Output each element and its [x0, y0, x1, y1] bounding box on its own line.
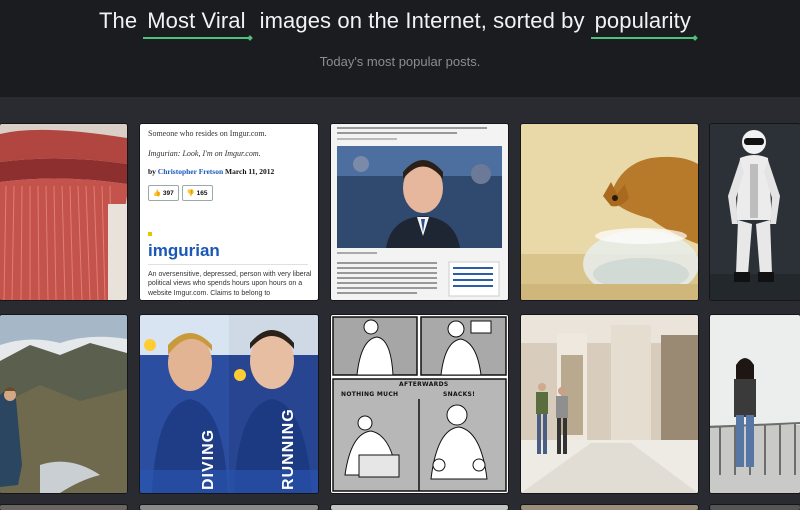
gallery-tile-sport[interactable]: DIVING RUNNING: [140, 315, 318, 493]
comic-caption-left: NOTHING MUCH: [341, 391, 399, 398]
gallery-tile-row3-5[interactable]: [710, 505, 800, 510]
gallery-tile-mountain[interactable]: [0, 315, 127, 493]
thumbs-down-icon: 👎: [186, 190, 195, 197]
highlight-most-viral: Most Viral: [143, 8, 249, 33]
meat-image: [0, 124, 127, 300]
divider: [148, 264, 308, 265]
byline: by Christopher Fretson March 11, 2012: [148, 167, 274, 176]
definition-text: An oversensitive, depressed, person with…: [148, 271, 312, 297]
tag-marker: [148, 232, 152, 236]
author-link: Christopher Fretson: [157, 167, 224, 176]
gallery-tile-row3-3[interactable]: [331, 505, 508, 510]
post-date: March 11, 2012: [225, 167, 275, 176]
gallery-tile-astronaut[interactable]: [710, 124, 800, 300]
diving-label: DIVING: [200, 428, 217, 490]
highlight-popularity: popularity: [591, 8, 695, 33]
gallery-tile-urban-dictionary[interactable]: Someone who resides on Imgur.com. Imguri…: [140, 124, 318, 300]
gallery-tile-row3-4[interactable]: [521, 505, 698, 510]
comic-caption-top: AFTERWARDS: [399, 381, 449, 388]
headline-middle: images on the Internet, sorted by: [259, 8, 585, 33]
comic-caption-right: SNACKS!: [443, 391, 476, 398]
downvote-button: 👎 165: [181, 185, 213, 201]
gallery-tile-comic[interactable]: AFTERWARDS NOTHING MUCH SNACKS!: [331, 315, 508, 493]
mountain-landscape-image: [0, 315, 127, 493]
news-article-image: [331, 124, 508, 300]
subtitle: Today's most popular posts.: [319, 54, 481, 69]
definition-intro: Someone who resides on Imgur.com.: [148, 129, 267, 138]
gallery-tile-row3-2[interactable]: [140, 505, 318, 510]
headline-prefix: The: [99, 8, 138, 33]
downvote-count: 165: [196, 190, 208, 197]
woman-walking-image: [710, 315, 800, 493]
gallery-tile-woman[interactable]: [710, 315, 800, 493]
page-header: The Most Viral images on the Internet, sor…: [0, 0, 800, 97]
defined-word: imgurian: [148, 241, 220, 260]
by-label: by: [148, 167, 156, 176]
upvote-count: 397: [162, 190, 174, 197]
comic-strip-image: [331, 315, 508, 493]
cat-fishbowl-image: [521, 124, 698, 300]
vote-buttons: 👍 397 👎 165: [148, 185, 213, 201]
upvote-button: 👍 397: [148, 185, 179, 201]
definition-example: Imgurian: Look, I'm on Imgur.com.: [148, 149, 261, 158]
gallery-tile-news-article[interactable]: [331, 124, 508, 300]
gallery-tile-meat[interactable]: [0, 124, 127, 300]
spacesuit-image: [710, 124, 800, 300]
running-label: RUNNING: [280, 408, 297, 490]
thumbs-up-icon: 👍: [153, 190, 162, 197]
mall-walkers-image: [521, 315, 698, 493]
headline: The Most Viral images on the Internet, sor…: [0, 8, 800, 34]
gallery-tile-row3-1[interactable]: [0, 505, 127, 510]
gallery-tile-cat-bowl[interactable]: [521, 124, 698, 300]
gallery-tile-mall[interactable]: [521, 315, 698, 493]
